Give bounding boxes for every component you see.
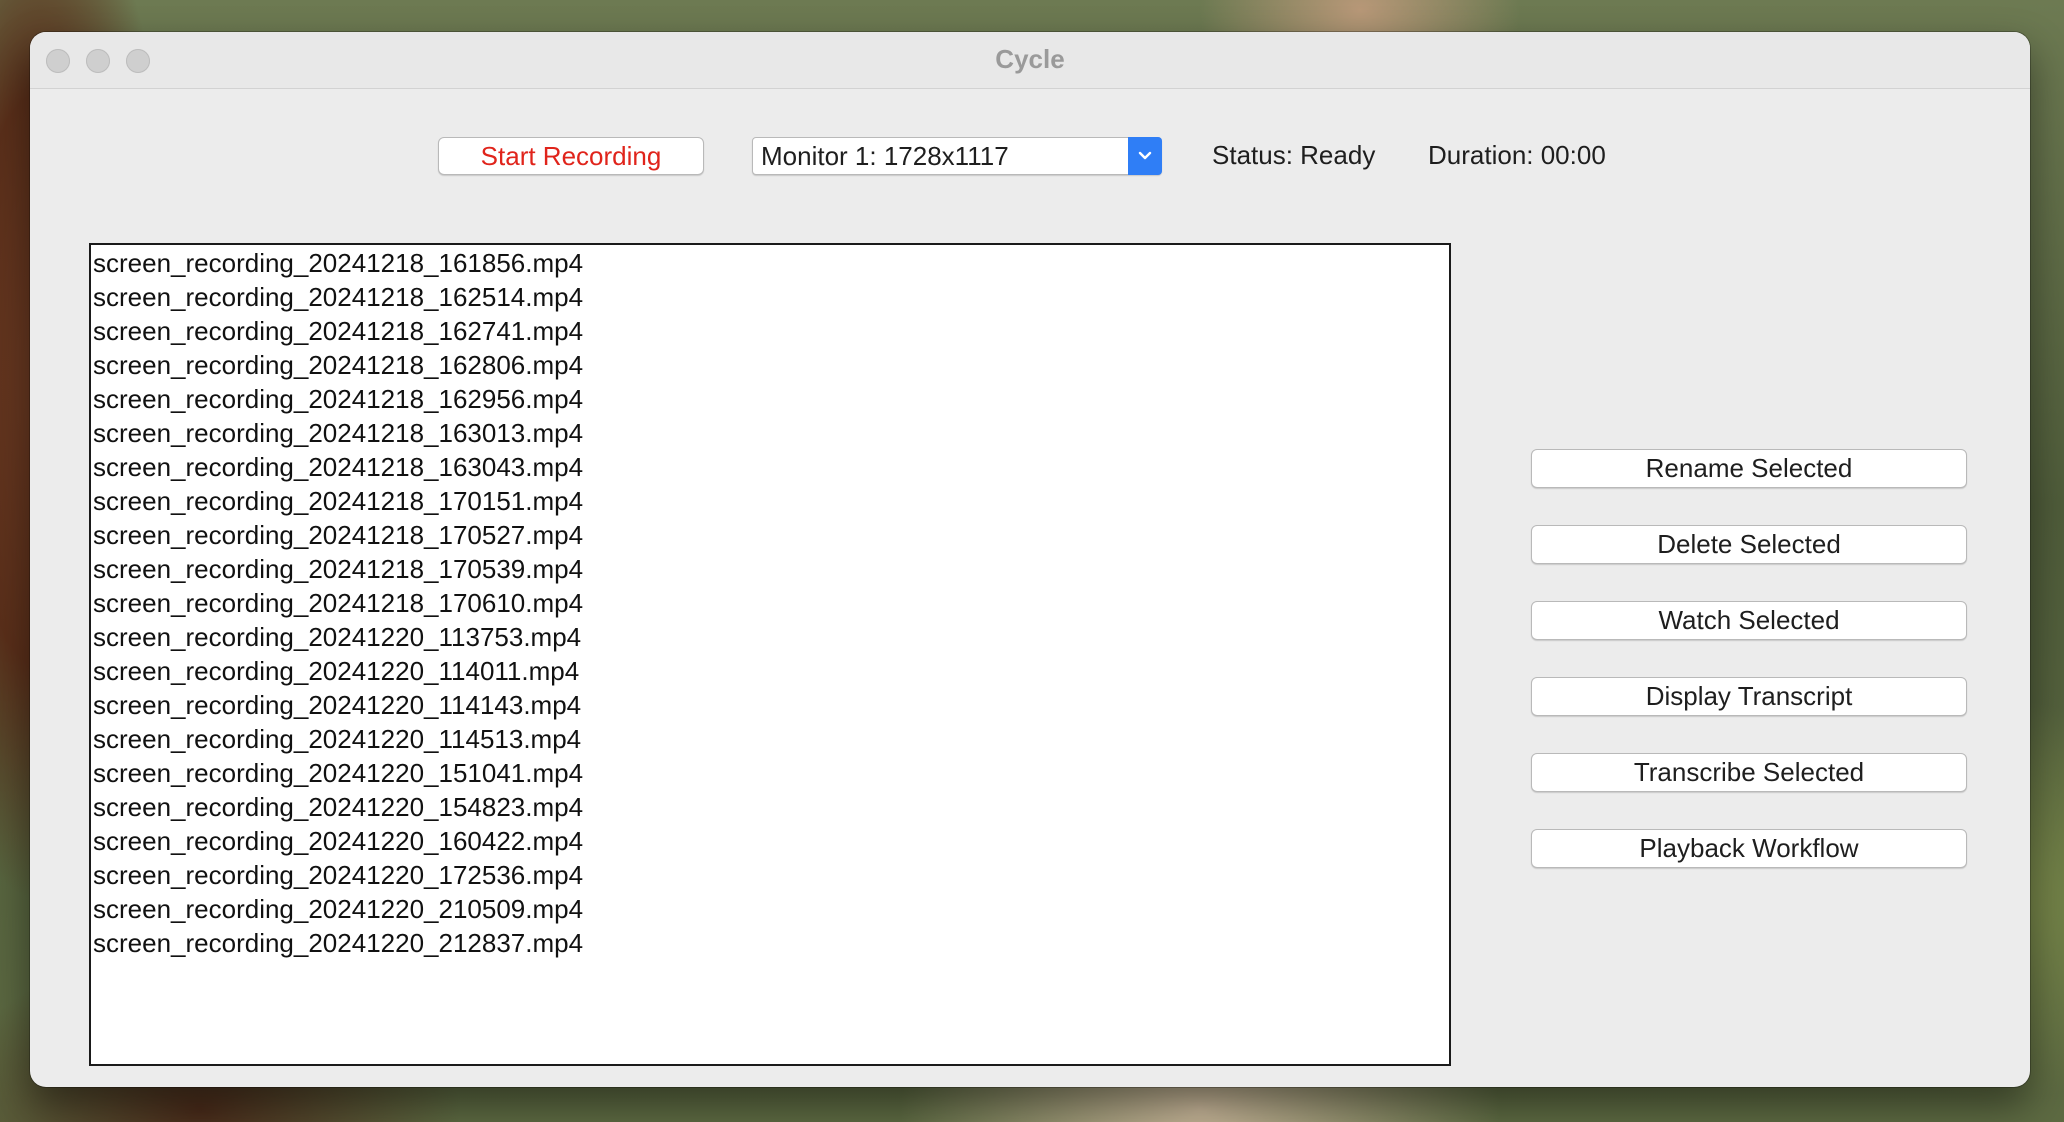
dropdown-button[interactable] <box>1128 137 1162 175</box>
watch-selected-button[interactable]: Watch Selected <box>1531 601 1967 640</box>
list-item[interactable]: screen_recording_20241220_114513.mp4 <box>91 722 1449 756</box>
list-item[interactable]: screen_recording_20241218_170610.mp4 <box>91 586 1449 620</box>
list-item[interactable]: screen_recording_20241218_170539.mp4 <box>91 552 1449 586</box>
chevron-down-icon <box>1138 151 1152 160</box>
list-item[interactable]: screen_recording_20241218_170527.mp4 <box>91 518 1449 552</box>
list-item[interactable]: screen_recording_20241220_154823.mp4 <box>91 790 1449 824</box>
start-recording-button[interactable]: Start Recording <box>438 137 704 175</box>
delete-selected-button[interactable]: Delete Selected <box>1531 525 1967 564</box>
recordings-list-items: screen_recording_20241218_161856.mp4 scre… <box>91 245 1449 960</box>
list-item[interactable]: screen_recording_20241218_163013.mp4 <box>91 416 1449 450</box>
window-title: Cycle <box>995 44 1065 74</box>
list-item[interactable]: screen_recording_20241218_161856.mp4 <box>91 246 1449 280</box>
list-item[interactable]: screen_recording_20241218_163043.mp4 <box>91 450 1449 484</box>
playback-workflow-button[interactable]: Playback Workflow <box>1531 829 1967 868</box>
rename-selected-button[interactable]: Rename Selected <box>1531 449 1967 488</box>
list-item[interactable]: screen_recording_20241218_162806.mp4 <box>91 348 1449 382</box>
list-item[interactable]: screen_recording_20241220_210509.mp4 <box>91 892 1449 926</box>
list-item[interactable]: screen_recording_20241220_151041.mp4 <box>91 756 1449 790</box>
list-item[interactable]: screen_recording_20241218_170151.mp4 <box>91 484 1449 518</box>
list-item[interactable]: screen_recording_20241220_160422.mp4 <box>91 824 1449 858</box>
list-item[interactable]: screen_recording_20241220_172536.mp4 <box>91 858 1449 892</box>
list-item[interactable]: screen_recording_20241218_162741.mp4 <box>91 314 1449 348</box>
list-item[interactable]: screen_recording_20241220_212837.mp4 <box>91 926 1449 960</box>
app-window: Cycle Start Recording Monitor 1: 1728x11… <box>30 32 2030 1087</box>
list-item[interactable]: screen_recording_20241218_162514.mp4 <box>91 280 1449 314</box>
list-item[interactable]: screen_recording_20241220_114143.mp4 <box>91 688 1449 722</box>
list-item[interactable]: screen_recording_20241220_113753.mp4 <box>91 620 1449 654</box>
display-transcript-button[interactable]: Display Transcript <box>1531 677 1967 716</box>
title-bar: Cycle <box>30 32 2030 89</box>
duration-label: Duration: 00:00 <box>1428 140 1606 170</box>
list-item[interactable]: screen_recording_20241218_162956.mp4 <box>91 382 1449 416</box>
list-item[interactable]: screen_recording_20241220_114011.mp4 <box>91 654 1449 688</box>
status-label: Status: Ready <box>1212 140 1376 170</box>
transcribe-selected-button[interactable]: Transcribe Selected <box>1531 753 1967 792</box>
monitor-select[interactable]: Monitor 1: 1728x1117 <box>752 137 1162 175</box>
recordings-list[interactable]: screen_recording_20241218_161856.mp4 scre… <box>89 243 1451 1066</box>
monitor-select-value: Monitor 1: 1728x1117 <box>761 141 1009 171</box>
